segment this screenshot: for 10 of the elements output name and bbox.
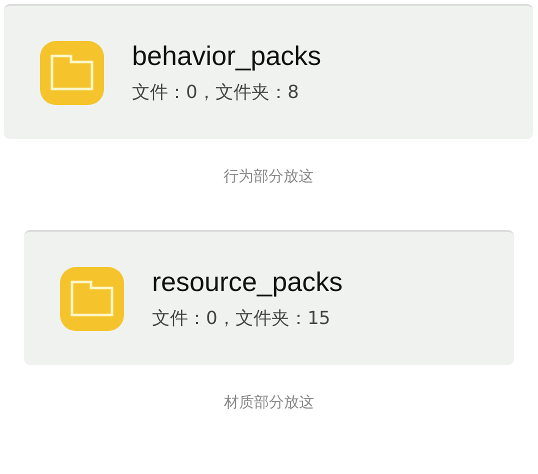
folder-card[interactable]: behavior_packs 文件：0，文件夹：8 <box>4 4 533 139</box>
folder-summary: 文件：0，文件夹：8 <box>132 81 300 104</box>
folder-icon <box>60 266 124 330</box>
folder-icon <box>40 40 104 104</box>
folder-name: behavior_packs <box>132 41 322 72</box>
caption: 材质部分放这 <box>224 393 314 412</box>
folder-card[interactable]: resource_packs 文件：0，文件夹：15 <box>24 230 514 365</box>
folder-summary: 文件：0，文件夹：15 <box>152 307 332 330</box>
folder-name: resource_packs <box>152 267 343 298</box>
caption: 行为部分放这 <box>224 167 314 186</box>
